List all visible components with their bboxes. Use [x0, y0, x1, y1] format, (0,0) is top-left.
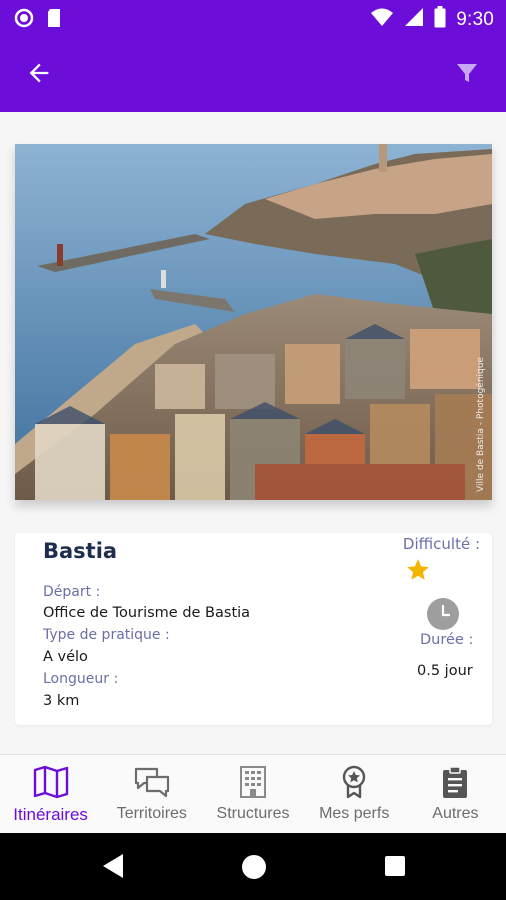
type-label: Type de pratique :	[43, 627, 170, 643]
system-recents-icon[interactable]	[385, 856, 405, 876]
itinerary-photo[interactable]: Ville de Bastia - Photogénique	[15, 144, 492, 500]
content-area: Ville de Bastia - Photogénique Bastia Dé…	[0, 112, 506, 754]
photo-credit: Ville de Bastia - Photogénique	[476, 357, 486, 492]
system-navigation-bar	[0, 833, 506, 900]
nav-label-mes-perfs: Mes perfs	[319, 805, 390, 822]
nav-itineraires[interactable]: Itinéraires	[0, 755, 101, 833]
building-icon	[239, 765, 267, 799]
itinerary-card[interactable]: Bastia Départ : Office de Tourisme de Ba…	[15, 533, 492, 725]
wifi-icon	[370, 7, 394, 32]
record-icon	[14, 8, 34, 33]
itinerary-title: Bastia	[43, 539, 118, 563]
back-button[interactable]	[22, 58, 56, 92]
longueur-label: Longueur :	[43, 671, 119, 687]
depart-value: Office de Tourisme de Bastia	[43, 605, 251, 621]
status-bar: 9:30	[0, 0, 506, 36]
app-bar	[0, 36, 506, 112]
duree-label: Durée :	[420, 632, 474, 648]
nav-label-structures: Structures	[216, 805, 290, 822]
system-back-icon[interactable]	[102, 853, 124, 884]
nav-label-territoires: Territoires	[116, 805, 187, 822]
nav-label-autres: Autres	[432, 805, 479, 822]
nav-autres[interactable]: Autres	[405, 755, 506, 833]
nav-territoires[interactable]: Territoires	[101, 755, 202, 833]
system-home-icon[interactable]	[242, 855, 266, 879]
depart-label: Départ :	[43, 584, 101, 600]
battery-icon	[434, 6, 446, 33]
difficulte-label: Difficulté :	[402, 535, 480, 553]
nav-label-itineraires: Itinéraires	[13, 805, 88, 824]
signal-icon	[404, 7, 424, 32]
chat-bubbles-icon	[133, 765, 171, 799]
clipboard-icon	[441, 765, 469, 799]
arrow-back-icon	[25, 59, 53, 92]
nav-mes-perfs[interactable]: Mes perfs	[304, 755, 405, 833]
filter-icon	[455, 61, 479, 90]
duree-value: 0.5 jour	[417, 663, 473, 679]
star-icon	[405, 557, 431, 588]
sim-card-icon	[46, 8, 62, 33]
map-icon	[33, 765, 69, 799]
status-time: 9:30	[456, 8, 494, 30]
nav-structures[interactable]: Structures	[202, 755, 303, 833]
type-value: A vélo	[43, 649, 88, 665]
filter-button[interactable]	[452, 60, 482, 90]
clock-icon	[426, 597, 460, 631]
bottom-navigation: Itinéraires Territoires Structures Mes p…	[0, 754, 506, 833]
medal-icon	[340, 765, 368, 799]
longueur-value: 3 km	[43, 693, 80, 709]
